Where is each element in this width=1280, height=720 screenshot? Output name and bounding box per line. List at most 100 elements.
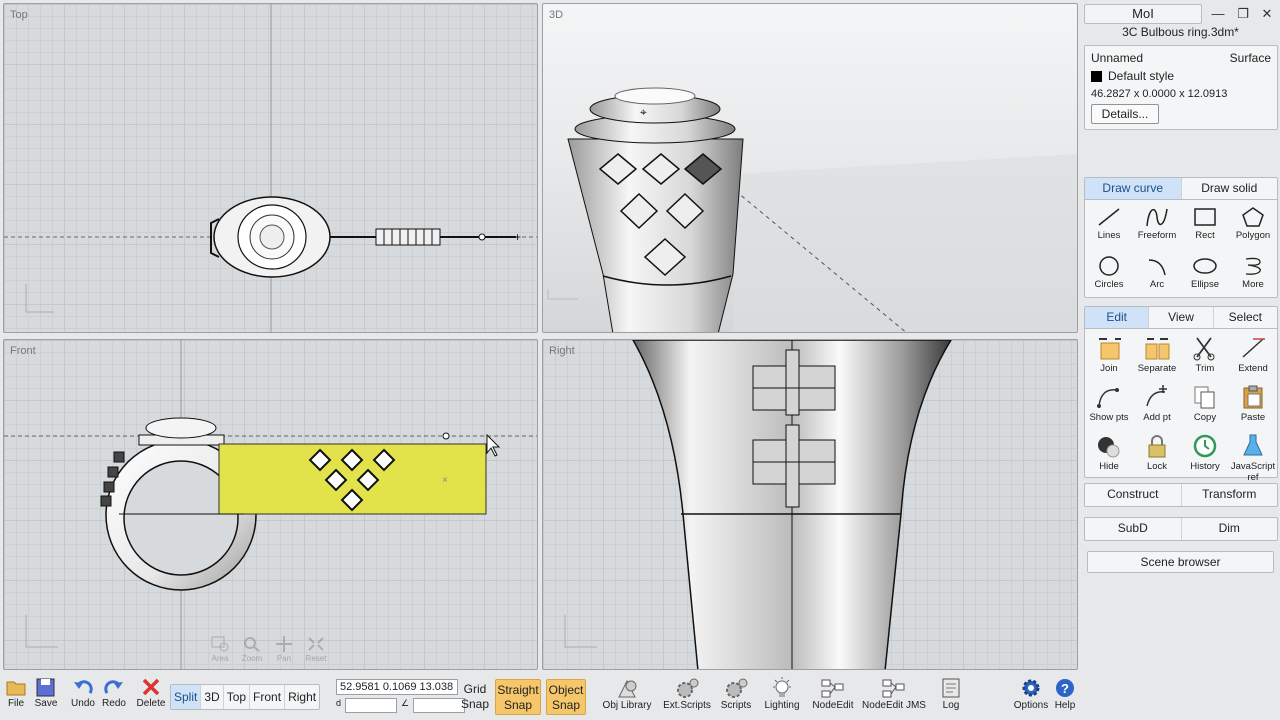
lock-tool[interactable]: Lock [1133,430,1181,479]
3d-view-scene: ⌖ [547,87,1077,332]
front-view-scene: × [4,340,537,669]
construct-button[interactable]: Construct [1085,484,1181,506]
maximize-icon[interactable]: ❐ [1233,5,1253,23]
save-button[interactable]: Save [34,677,58,709]
arc-tool[interactable]: Arc [1133,252,1181,301]
redo-icon [104,680,123,694]
circles-tool[interactable]: Circles [1085,252,1133,301]
tab-select[interactable]: Select [1212,307,1277,328]
hide-tool[interactable]: Hide [1085,430,1133,479]
grid-snap-toggle[interactable]: Grid Snap [460,679,490,715]
show-pts-tool[interactable]: Show pts [1085,381,1133,430]
object-dimensions: 46.2827 x 0.0000 x 12.0913 [1091,88,1228,100]
freeform-tool[interactable]: Freeform [1133,203,1181,252]
view-top-button[interactable]: Top [224,685,251,709]
copy-tool[interactable]: Copy [1181,381,1229,430]
join-tool[interactable]: Join [1085,332,1133,381]
trim-tool[interactable]: Trim [1181,332,1229,381]
details-button[interactable]: Details... [1091,104,1159,124]
polygon-icon [1242,207,1264,227]
ext-scripts-button[interactable]: Ext.Scripts [662,677,712,711]
nav-tool[interactable]: Zoom [241,636,263,663]
subd-button[interactable]: SubD [1085,518,1181,540]
subd-panel: SubD Dim [1084,517,1278,541]
javascript-ref-icon [1243,434,1263,456]
zoom-area-icon [211,636,229,652]
gear-icon [1022,679,1040,697]
help-button[interactable]: ? Help [1052,677,1078,711]
view-front-button[interactable]: Front [250,685,286,709]
trim-icon [1193,337,1215,361]
undo-icon [74,680,93,694]
separate-icon [1145,338,1170,360]
xyz-coordinates[interactable]: 52.9581 0.1069 13.038 [336,679,458,695]
rect-tool[interactable]: Rect [1181,203,1229,252]
svg-text:×: × [442,475,448,486]
draw-panel: Draw curve Draw solid Lines Freeform Rec… [1084,177,1278,298]
add-pt-tool[interactable]: Add pt [1133,381,1181,430]
scene-browser-button[interactable]: Scene browser [1087,551,1274,573]
dim-button[interactable]: Dim [1180,518,1278,540]
tab-draw-curve[interactable]: Draw curve [1085,178,1181,199]
nodeedit-button[interactable]: NodeEdit [810,677,856,711]
app-menu-button[interactable]: MoI [1084,4,1202,24]
paste-tool[interactable]: Paste [1229,381,1277,430]
nodeedit-jms-icon [882,679,905,698]
tab-view[interactable]: View [1148,307,1212,328]
right-view-scene [564,340,952,669]
lines-tool[interactable]: Lines [1085,203,1133,252]
lighting-button[interactable]: Lighting [762,677,802,711]
tab-edit[interactable]: Edit [1085,307,1149,328]
style-selector[interactable]: Default style [1091,69,1271,83]
options-button[interactable]: Options [1012,677,1050,711]
lines-icon [1098,208,1120,226]
navigation-tools: Area Zoom Pan Reset [209,636,327,663]
object-type: Surface [1229,51,1271,65]
more-tool[interactable]: More [1229,252,1277,301]
angle-field[interactable] [413,698,466,713]
nav-tool[interactable]: Area [209,636,231,663]
viewport-3d[interactable]: 3D ⌖ [542,3,1078,333]
view-selector: Split 3D Top Front Right [170,684,321,710]
nav-tool[interactable]: Reset [305,636,327,663]
object-snap-toggle[interactable]: Object Snap [546,679,586,715]
javascript-ref-tool[interactable]: JavaScript ref [1229,430,1277,483]
history-tool[interactable]: History [1181,430,1229,479]
nodeedit-jms-button[interactable]: NodeEdit JMS [862,677,926,711]
viewport-right[interactable]: Right [542,339,1078,670]
viewport-front[interactable]: Front × Area Zoom Pan Reset [3,339,538,670]
transform-button[interactable]: Transform [1180,484,1278,506]
arc-icon [1148,259,1166,276]
ext-scripts-icon [677,678,699,698]
obj-library-button[interactable]: Obj Library [600,677,654,711]
separate-tool[interactable]: Separate [1133,332,1181,381]
view-right-button[interactable]: Right [285,685,319,709]
scripts-button[interactable]: Scripts [718,677,754,711]
history-icon [1193,434,1217,458]
folder-icon [6,681,26,696]
delete-button[interactable]: Delete [136,677,166,709]
undo-button[interactable]: Undo [70,677,96,709]
viewport-top[interactable]: Top + [3,3,538,333]
polygon-tool[interactable]: Polygon [1229,203,1277,252]
hide-icon [1098,437,1120,458]
close-icon[interactable]: ✕ [1257,5,1277,23]
rect-icon [1194,208,1216,226]
view-split-button[interactable]: Split [171,685,202,709]
file-button[interactable]: File [4,677,28,709]
tab-draw-solid[interactable]: Draw solid [1180,178,1278,199]
view-3d-button[interactable]: 3D [201,685,224,709]
minimize-icon[interactable]: — [1208,5,1228,23]
reset-icon [308,637,324,651]
nav-tool[interactable]: Pan [273,636,295,663]
extend-tool[interactable]: Extend [1229,332,1277,381]
construct-panel: Construct Transform [1084,483,1278,507]
log-button[interactable]: Log [936,677,966,711]
straight-snap-toggle[interactable]: Straight Snap [495,679,541,715]
redo-button[interactable]: Redo [101,677,127,709]
distance-field[interactable] [345,698,398,713]
ellipse-tool[interactable]: Ellipse [1181,252,1229,301]
zoom-icon [244,637,260,652]
object-name[interactable]: Unnamed [1091,51,1143,65]
log-icon [942,678,960,698]
